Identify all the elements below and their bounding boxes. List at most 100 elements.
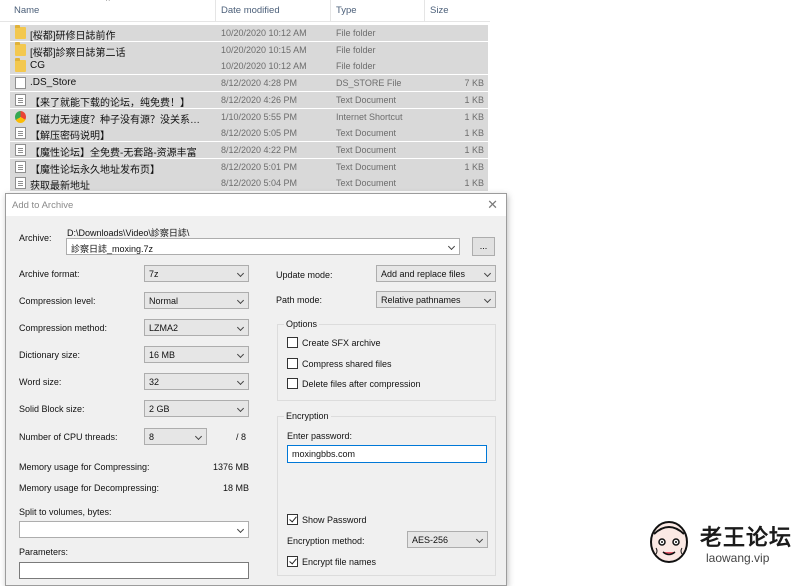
file-date: 8/12/2020 5:05 PM [221,128,298,139]
file-row[interactable]: 【魔性论坛】全免费-无套路-资源丰富 8/12/2020 4:22 PM Text … [10,141,488,159]
file-size: 1 KB [464,94,484,105]
mem-compress-value: 1376 MB [213,462,250,472]
column-divider[interactable] [424,0,425,22]
file-name: [桜都]研修日誌前作 [30,31,116,42]
file-type: Text Document [336,128,397,139]
word-select[interactable]: 32 [144,373,249,390]
password-input[interactable]: moxingbbs.com [287,445,487,463]
column-header-type[interactable]: Type [336,5,357,16]
block-label: Solid Block size: [19,404,85,414]
chevron-down-icon[interactable] [475,535,484,544]
encrypt-file-names-checkbox[interactable] [287,556,298,567]
file-name: 【魔性论坛】全免费-无套路-资源丰富 [30,147,197,159]
file-name: .DS_Store [30,77,77,89]
chevron-down-icon[interactable] [236,323,245,332]
file-row[interactable]: CG 10/20/2020 10:12 AM File folder [10,58,488,75]
option-checkbox[interactable] [287,337,298,348]
file-row[interactable]: 【磁力无速度？种子没有源？没关系… 1/10/2020 5:55 PM Intern… [10,108,488,126]
show-password-checkbox[interactable] [287,514,298,525]
block-select[interactable]: 2 GB [144,400,249,417]
path-mode-label: Path mode: [276,295,323,305]
file-name: 【磁力无速度？种子没有源？没关系… [30,114,200,126]
file-type: Text Document [336,94,397,105]
option-label: Compress shared files [302,358,392,369]
cpu-threads-label: Number of CPU threads: [19,432,118,442]
file-row[interactable]: [桜都]研修日誌前作 10/20/2020 10:12 AM File folder [10,25,488,42]
column-header-date[interactable]: Date modified [221,5,280,16]
level-select[interactable]: Normal [144,292,249,309]
chevron-down-icon[interactable] [236,404,245,413]
option-label: Create SFX archive [302,338,381,348]
chevron-down-icon[interactable] [236,377,245,386]
dict-select[interactable]: 16 MB [144,346,249,363]
chevron-down-icon[interactable] [194,432,203,441]
level-value: Normal [149,296,179,306]
word-value: 32 [149,377,160,387]
text-doc-icon [15,143,26,156]
watermark-brand: 老王论坛 [700,525,793,550]
column-header-name[interactable]: Name [14,5,39,16]
path-mode-value: Relative pathnames [381,295,461,305]
file-row[interactable]: .DS_Store 8/12/2020 4:28 PM DS_STORE File 7… [10,75,488,92]
file-row[interactable]: 获取最新地址 8/12/2020 5:04 PM Text Document 1 KB [10,175,488,192]
option-checkbox[interactable] [287,378,298,389]
options-group-title: Options [284,319,320,329]
chevron-down-icon[interactable] [447,242,456,251]
cpu-threads-select[interactable]: 8 [144,428,207,445]
update-mode-select[interactable]: Add and replace files [376,265,496,282]
cpu-threads-max: / 8 [236,432,247,442]
format-select[interactable]: 7z [144,265,249,282]
watermark-site: laowang.vip [706,551,770,565]
column-divider[interactable] [330,0,331,22]
browse-button[interactable]: ... [472,237,495,256]
file-name: [桜都]診察日誌第二话 [30,47,126,59]
dialog-titlebar[interactable]: Add to Archive ✕ [6,194,506,216]
chevron-down-icon[interactable] [236,350,245,359]
chevron-down-icon[interactable] [483,295,492,304]
parameters-input[interactable] [19,562,249,579]
word-label: Word size: [19,377,62,387]
chevron-down-icon[interactable] [236,296,245,305]
split-volumes-label: Split to volumes, bytes: [19,507,112,517]
path-mode-select[interactable]: Relative pathnames [376,291,496,308]
file-size: 1 KB [464,178,484,189]
cpu-threads-value: 8 [149,432,155,442]
file-row[interactable]: [桜都]診察日誌第二话 10/20/2020 10:15 AM File folde… [10,41,488,59]
mem-decompress-value: 18 MB [223,483,250,493]
file-date: 10/20/2020 10:12 AM [221,61,307,72]
file-row[interactable]: 【来了就能下载的论坛，纯免费！】 8/12/2020 4:26 PM Text Do… [10,91,488,109]
split-volumes-combo[interactable] [19,521,249,538]
close-icon[interactable]: ✕ [487,197,498,213]
file-row[interactable]: 【魔性论坛永久地址发布页】 8/12/2020 5:01 PM Text Docum… [10,158,488,176]
archive-name-combo[interactable]: 診察日誌_moxing.7z [66,238,460,255]
file-size: 7 KB [464,78,484,89]
folder-icon [15,25,26,39]
file-type: Text Document [336,144,397,155]
add-to-archive-dialog: Add to Archive ✕ Archive: D:\Downloads\V… [5,193,507,586]
option-checkbox[interactable] [287,357,298,369]
archive-label: Archive: [19,233,52,243]
file-date: 10/20/2020 10:15 AM [221,44,307,55]
file-row[interactable]: 【解压密码说明】 8/12/2020 5:05 PM Text Document 1 … [10,125,488,143]
old-man-face-icon [650,521,688,563]
text-doc-icon [15,177,26,190]
column-divider[interactable] [215,0,216,22]
file-date: 8/12/2020 4:26 PM [221,94,298,105]
encryption-method-select[interactable]: AES-256 [407,531,488,548]
method-select[interactable]: LZMA2 [144,319,249,336]
sort-ascending-icon: ^ [106,0,110,6]
file-date: 10/20/2020 10:12 AM [221,28,307,38]
option-label: Delete files after compression [302,379,421,389]
options-group: Options Create SFX archive Compress share… [277,319,496,401]
file-type: File folder [336,28,376,38]
level-label: Compression level: [19,296,96,306]
file-date: 8/12/2020 5:01 PM [221,161,298,172]
folder-icon [15,41,26,56]
chevron-down-icon[interactable] [483,269,492,278]
archive-name-value: 診察日誌_moxing.7z [71,244,154,254]
chevron-down-icon[interactable] [236,525,245,534]
chevron-down-icon[interactable] [236,269,245,278]
file-name: 【解压密码说明】 [30,131,110,143]
file-size: 1 KB [464,144,484,155]
column-header-size[interactable]: Size [430,5,448,16]
